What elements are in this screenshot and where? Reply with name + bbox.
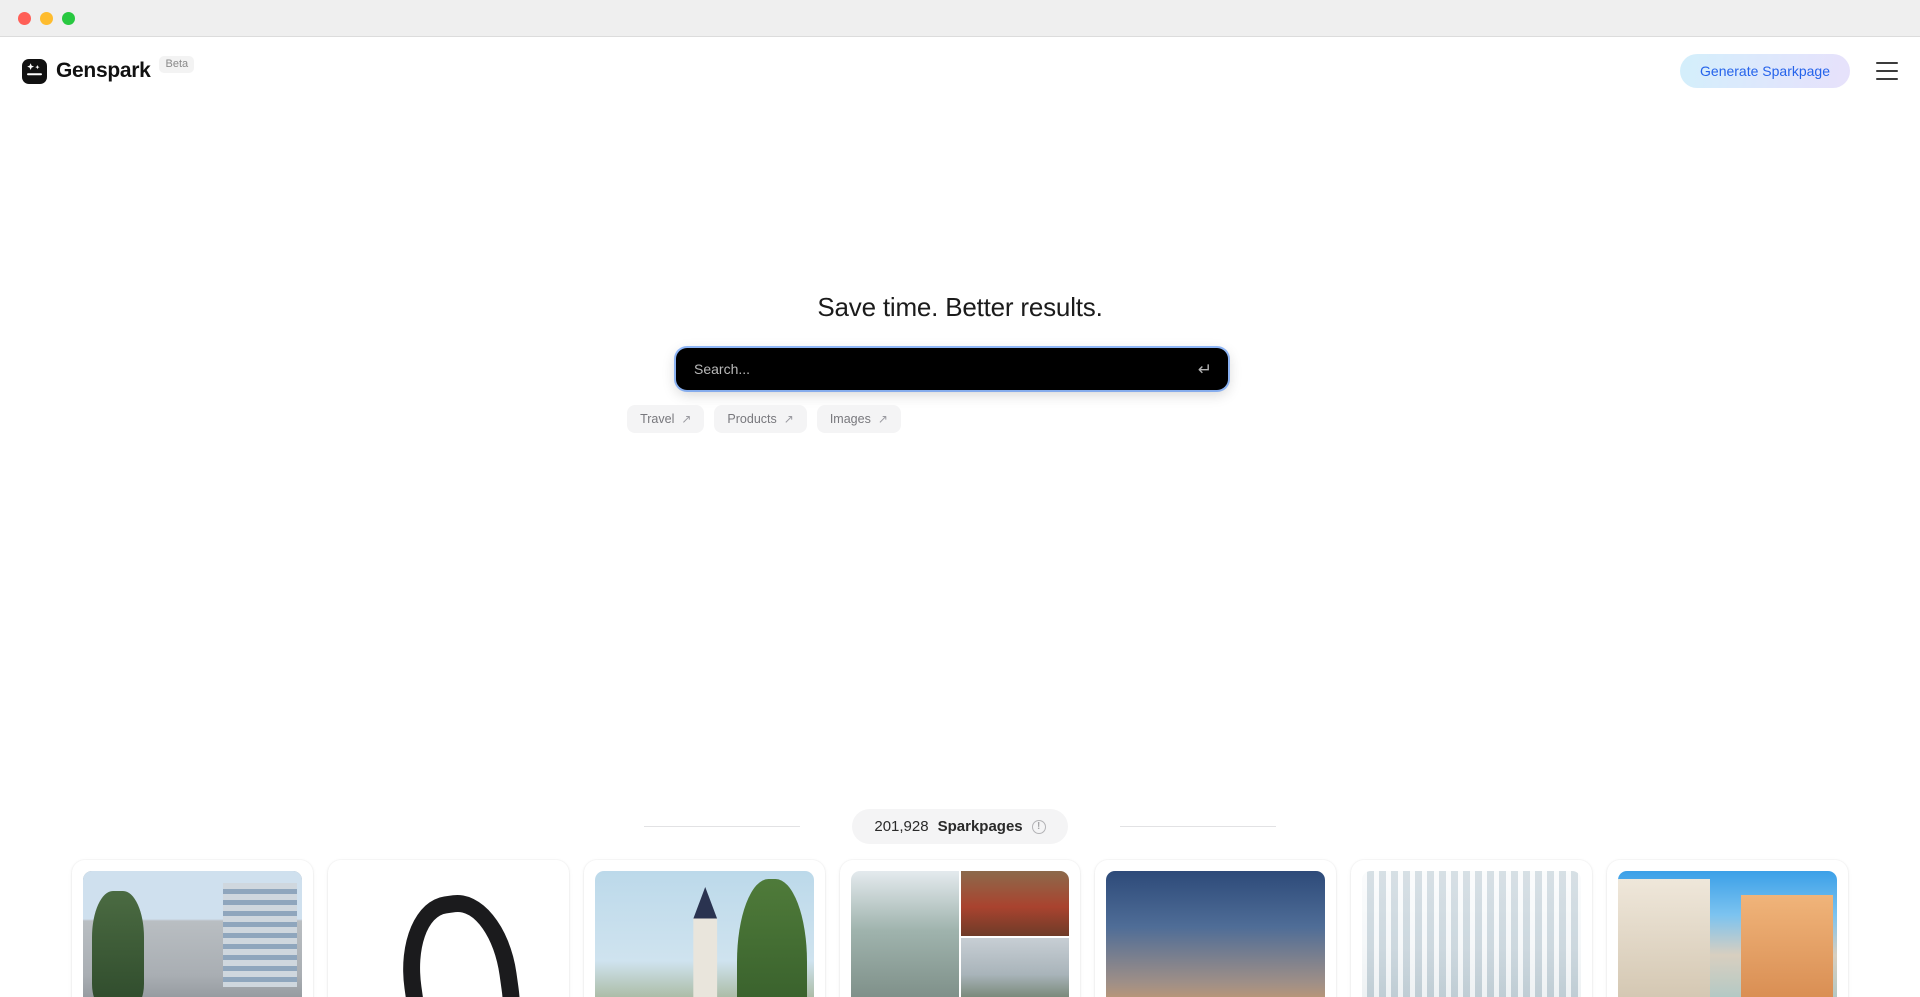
page-title: Save time. Better results. [817, 292, 1103, 322]
sparkpages-count-badge[interactable]: 201,928 Sparkpages ! [852, 809, 1068, 844]
sparkpage-card-grid [0, 860, 1920, 997]
chip-products[interactable]: Products ↗ [714, 405, 807, 433]
card-thumbnail [594, 871, 814, 997]
suggestion-chips: Travel ↗ Products ↗ Images ↗ [627, 405, 901, 433]
church-tower-image [594, 871, 814, 997]
sparkpages-divider: 201,928 Sparkpages ! [0, 809, 1920, 844]
search-input[interactable] [694, 361, 1188, 377]
card-thumbnail [1618, 871, 1838, 997]
hamburger-menu-icon[interactable] [1876, 62, 1898, 80]
card-trevi-fountain[interactable] [1607, 860, 1849, 997]
card-church-tower[interactable] [583, 860, 825, 997]
window-titlebar [0, 0, 1920, 37]
search-container: ↵ [676, 348, 1228, 390]
card-thumbnail [365, 871, 531, 997]
fitness-tracker-image [365, 871, 531, 997]
chip-images[interactable]: Images ↗ [816, 405, 901, 433]
city-collage-image [850, 871, 1070, 997]
chip-label: Products [727, 412, 777, 426]
card-thumbnail [1362, 871, 1582, 997]
divider-line-right [1119, 825, 1276, 828]
card-thumbnail [1106, 871, 1326, 997]
sparkpages-label: Sparkpages [937, 818, 1023, 835]
exclamation-circle-icon[interactable]: ! [1031, 819, 1046, 834]
card-campus-plaza[interactable] [72, 860, 313, 997]
arrow-up-right-icon: ↗ [877, 412, 888, 426]
chip-travel[interactable]: Travel ↗ [627, 405, 705, 433]
card-fitness-tracker[interactable] [327, 860, 569, 997]
card-city-collage[interactable] [839, 860, 1081, 997]
divider-line-left [644, 825, 801, 828]
card-thumbnail [83, 871, 302, 997]
trevi-fountain-image [1618, 871, 1838, 997]
arrow-up-right-icon: ↗ [783, 412, 794, 426]
window-maximize-button[interactable] [62, 11, 75, 25]
sparkpages-count: 201,928 [874, 818, 929, 835]
campus-plaza-image [83, 871, 302, 997]
app-header: Genspark Beta Generate Sparkpage [0, 37, 1920, 105]
beta-badge: Beta [159, 56, 195, 73]
chip-label: Travel [640, 412, 675, 426]
card-glass-hall[interactable] [1351, 860, 1593, 997]
desert-camp-image [1106, 871, 1326, 997]
card-thumbnail [850, 871, 1070, 997]
generate-sparkpage-button[interactable]: Generate Sparkpage [1680, 54, 1850, 88]
chip-label: Images [829, 412, 871, 426]
enter-return-icon[interactable]: ↵ [1188, 361, 1212, 378]
header-actions: Generate Sparkpage [1680, 54, 1898, 88]
brand[interactable]: Genspark Beta [22, 55, 195, 87]
arrow-up-right-icon: ↗ [681, 412, 692, 426]
sparkle-logo-icon [22, 59, 47, 84]
search-bar[interactable]: ↵ [676, 348, 1228, 390]
window-minimize-button[interactable] [40, 11, 53, 25]
hero-section: Save time. Better results. ↵ Travel ↗ Pr… [0, 292, 1920, 433]
window-close-button[interactable] [18, 11, 31, 25]
page-body: Genspark Beta Generate Sparkpage Save ti… [0, 37, 1920, 997]
brand-name: Genspark [56, 59, 151, 82]
glass-hall-image [1362, 871, 1582, 997]
card-desert-camp[interactable] [1095, 860, 1337, 997]
